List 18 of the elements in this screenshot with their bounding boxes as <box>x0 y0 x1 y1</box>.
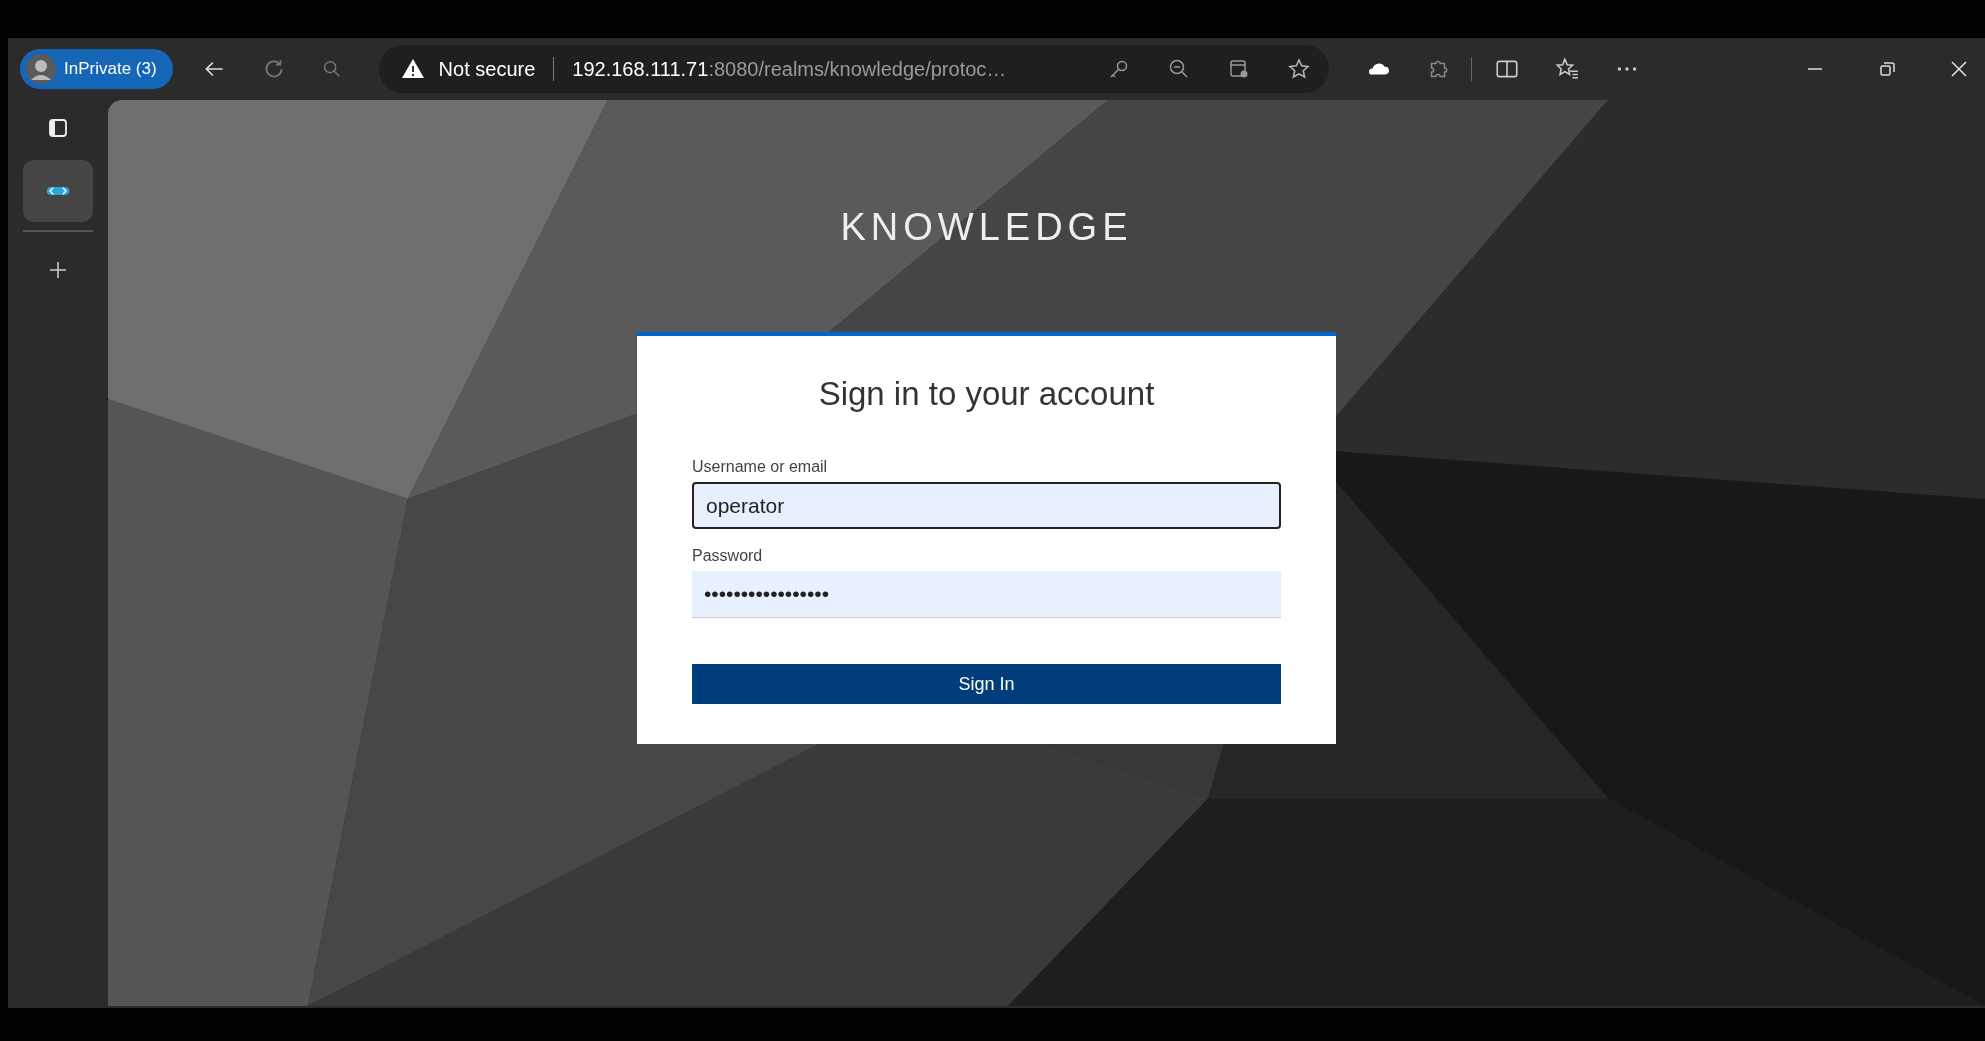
field-label: Password <box>692 547 764 565</box>
security-label[interactable]: Not secure <box>438 57 536 81</box>
profile-label: InPrivate (3) <box>64 59 157 79</box>
avatar-icon <box>26 54 56 84</box>
address-bar[interactable]: Not secure 192.168.111.71:8080/realms/knowledge/protoc… <box>378 45 1329 93</box>
card-title: Sign in to your account <box>817 374 1156 414</box>
brand-title: KNOWLEDGE <box>840 205 1133 250</box>
url-text: 192.168.111.71:8080/realms/knowledge/protoc… <box>572 57 1007 81</box>
vertical-tab[interactable] <box>23 160 93 222</box>
field-label: Username or email <box>692 458 829 476</box>
input-field[interactable]: operator <box>692 482 1281 529</box>
favicon-icon <box>46 185 70 197</box>
tab-actions-icon[interactable] <box>46 116 70 140</box>
sign-in-button[interactable]: Sign In <box>692 664 1281 704</box>
profile-button[interactable]: InPrivate (3) <box>20 49 173 89</box>
input-field[interactable]: ••••••••••••••••• <box>692 571 1281 618</box>
warning-icon <box>400 57 425 81</box>
star-icon[interactable] <box>1286 57 1311 81</box>
